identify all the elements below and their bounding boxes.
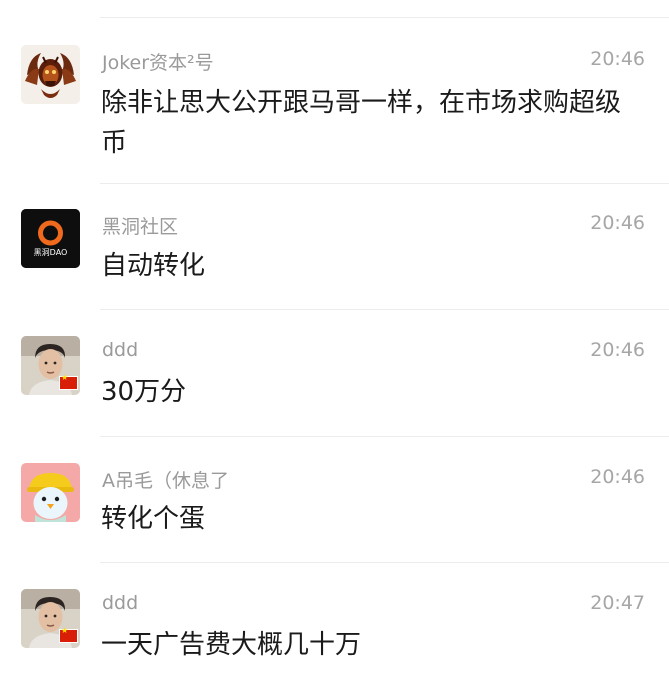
china-flag-icon (59, 373, 78, 390)
sender-name[interactable]: Joker资本²号 (102, 48, 214, 75)
message-text: 转化个蛋 (101, 504, 206, 534)
timestamp: 20:47 (590, 592, 645, 614)
timestamp: 20:46 (590, 212, 645, 234)
divider (100, 436, 669, 437)
top-divider (100, 17, 669, 18)
divider (100, 183, 669, 184)
timestamp: 20:46 (590, 48, 645, 70)
message-text: 一天广告费大概几十万 (101, 630, 362, 660)
person-photo-icon[interactable] (21, 589, 80, 648)
person-photo-icon[interactable] (21, 336, 80, 395)
sender-name[interactable]: ddd (102, 339, 138, 361)
demon-skull-icon[interactable] (21, 45, 80, 104)
sender-name[interactable]: ddd (102, 592, 138, 614)
timestamp: 20:46 (590, 339, 645, 361)
message-text: 自动转化 (101, 251, 206, 281)
message-text: 除非让思大公开跟马哥一样，在市场求购超级币 (101, 88, 622, 158)
china-flag-icon (59, 626, 78, 643)
yellow-hat-bird-icon[interactable] (21, 463, 80, 522)
timestamp: 20:46 (590, 466, 645, 488)
sender-name[interactable]: 黑洞社区 (102, 212, 178, 239)
divider (100, 309, 669, 310)
blackhole-dao-logo[interactable]: 黑洞DAO (21, 209, 80, 268)
message-text: 30万分 (101, 377, 187, 407)
divider (100, 562, 669, 563)
avatar-logo-text: 黑洞DAO (33, 248, 68, 257)
sender-name[interactable]: A吊毛（休息了 (102, 466, 229, 493)
